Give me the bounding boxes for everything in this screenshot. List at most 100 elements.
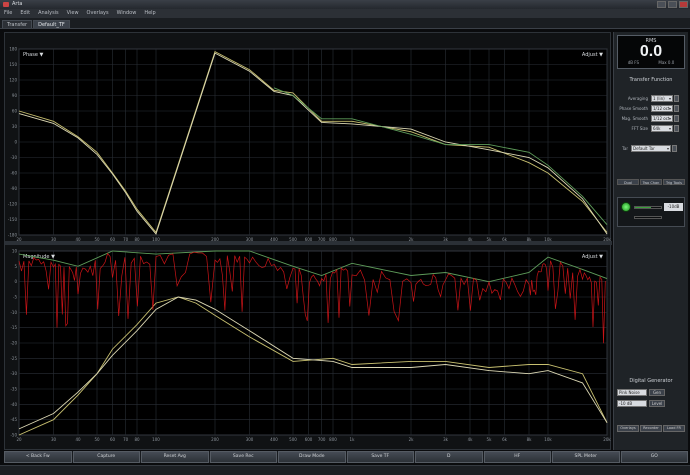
magnitude-x-tick: 20k bbox=[603, 437, 611, 442]
mode-tab-two-chan[interactable]: Two Chan bbox=[640, 179, 662, 185]
averaging-select[interactable]: 1 (lin) bbox=[651, 94, 673, 102]
generate-button[interactable]: Gen bbox=[649, 389, 665, 396]
magnitude-y-tick: 5 bbox=[14, 264, 17, 269]
close-button[interactable] bbox=[679, 1, 688, 8]
magnitude-label: Magnitude ▼ bbox=[23, 254, 55, 260]
magnitude-x-tick: 60 bbox=[110, 437, 116, 442]
meter-value: 0.0 bbox=[639, 43, 663, 60]
phase-smooth-spinner[interactable] bbox=[674, 104, 679, 112]
magnitude-x-tick: 30 bbox=[51, 437, 57, 442]
delay-select[interactable]: Default Tar bbox=[631, 144, 671, 152]
window-controls bbox=[657, 1, 688, 8]
overlays-button[interactable]: Overlays bbox=[617, 425, 639, 432]
window-title-bar: Arta bbox=[0, 0, 690, 9]
draw-mode-button[interactable]: Draw Mode bbox=[278, 451, 346, 463]
sidebar-bottom-buttons: Overlays Recorder Load FR bbox=[617, 425, 685, 432]
magnitude-x-tick: 800 bbox=[329, 437, 337, 442]
digital-row-signal: Pink Noise Gen bbox=[617, 389, 685, 396]
spl-meter-button[interactable]: SPL Meter bbox=[552, 451, 620, 463]
magnitude-x-tick: 40 bbox=[75, 437, 81, 442]
menu-overlays[interactable]: Overlays bbox=[87, 9, 109, 18]
reset-avg-button[interactable]: Reset Avg bbox=[141, 451, 209, 463]
magnitude-x-tick: 200 bbox=[211, 437, 219, 442]
menu-help[interactable]: Help bbox=[144, 9, 155, 18]
phase-label: Phase ▼ bbox=[23, 52, 44, 58]
tab-transfer[interactable]: Transfer bbox=[2, 20, 33, 28]
menu-view[interactable]: View bbox=[67, 9, 79, 18]
phase-y-tick: 150 bbox=[9, 62, 17, 67]
magnitude-y-tick: -5 bbox=[13, 295, 17, 300]
magnitude-x-tick: 4k bbox=[468, 437, 474, 442]
meter-unit: dB FS bbox=[627, 60, 640, 65]
phase-smooth-row: Phase Smooth 1/12 oct bbox=[617, 104, 685, 112]
phase-smooth-select[interactable]: 1/12 oct bbox=[651, 104, 673, 112]
digital-row-level: -10 dB Level bbox=[617, 400, 685, 407]
panel-splitter bbox=[5, 241, 612, 245]
hf-button[interactable]: HF bbox=[483, 451, 551, 463]
averaging-spinner[interactable] bbox=[674, 94, 679, 102]
go-button[interactable]: GO bbox=[620, 451, 688, 463]
menu-edit[interactable]: Edit bbox=[20, 9, 30, 18]
menu-analysis[interactable]: Analysis bbox=[38, 9, 59, 18]
magnitude-x-tick: 10k bbox=[544, 437, 552, 442]
generator-box: -10dB bbox=[617, 197, 685, 227]
level-button[interactable]: Level bbox=[649, 400, 665, 407]
signal-level-select[interactable]: -10 dB bbox=[617, 400, 647, 407]
meter-max: Max 0.0 bbox=[658, 60, 675, 65]
menu-file[interactable]: File bbox=[4, 9, 12, 18]
magnitude-x-tick: 2k bbox=[409, 437, 415, 442]
magnitude-y-tick: -45 bbox=[10, 417, 17, 422]
capture-button[interactable]: Capture bbox=[72, 451, 140, 463]
fft-size-select[interactable]: 64k bbox=[651, 124, 673, 132]
magnitude-y-tick: -20 bbox=[10, 341, 17, 346]
magnitude-y-tick: -30 bbox=[10, 371, 17, 376]
magnitude-x-tick: 20 bbox=[16, 437, 22, 442]
phase-y-tick: 0 bbox=[14, 140, 17, 145]
maximize-button[interactable] bbox=[668, 1, 677, 8]
magnitude-y-tick: -25 bbox=[10, 356, 17, 361]
generator-secondary-slider[interactable] bbox=[634, 216, 662, 219]
phase-smooth-label: Phase Smooth bbox=[619, 105, 648, 111]
magnitude-y-tick: 0 bbox=[14, 279, 17, 284]
tab-default-tf[interactable]: Default_TF bbox=[33, 20, 70, 28]
d-button[interactable]: D bbox=[415, 451, 483, 463]
load-fr-button[interactable]: Load FR bbox=[663, 425, 685, 432]
averaging-label: Averaging bbox=[627, 95, 648, 101]
magnitude-x-tick: 300 bbox=[246, 437, 254, 442]
magnitude-y-tick: -40 bbox=[10, 402, 17, 407]
menu-window[interactable]: Window bbox=[117, 9, 137, 18]
mode-tab-strip: Dual Two Chan Trig Tools bbox=[617, 179, 685, 185]
mag-smooth-select[interactable]: 1/12 oct bbox=[651, 114, 673, 122]
plots-area: 180 150 120 90 60 30 0 -30 -60 -90 -120 -150 -180 20 3… bbox=[4, 32, 612, 451]
delay-spinner[interactable] bbox=[672, 144, 677, 152]
mode-tab-trig-tools[interactable]: Trig Tools bbox=[663, 179, 685, 185]
signal-type-select[interactable]: Pink Noise bbox=[617, 389, 647, 396]
generator-level-value[interactable]: -10dB bbox=[664, 203, 683, 211]
magnitude-range-label: Adjust ▼ bbox=[582, 254, 603, 260]
magnitude-x-tick: 6k bbox=[502, 437, 508, 442]
minimize-button[interactable] bbox=[657, 1, 666, 8]
digital-generator-title: Digital Generator bbox=[629, 378, 673, 384]
generator-level-slider[interactable] bbox=[634, 206, 662, 209]
save-tf-button[interactable]: Save TF bbox=[346, 451, 414, 463]
back-forward-button[interactable]: < Back Fw bbox=[4, 451, 72, 463]
sidebar: RMS 0.0 dB FS Max 0.0 Transfer Function … bbox=[613, 32, 688, 450]
phase-y-tick: 180 bbox=[9, 47, 17, 52]
recorder-button[interactable]: Recorder bbox=[640, 425, 662, 432]
mag-smooth-spinner[interactable] bbox=[674, 114, 679, 122]
menu-bar: File Edit Analysis View Overlays Window … bbox=[0, 9, 690, 18]
phase-y-tick: -60 bbox=[10, 171, 17, 176]
power-icon[interactable] bbox=[621, 202, 631, 212]
magnitude-x-tick: 50 bbox=[94, 437, 100, 442]
magnitude-y-tick: 10 bbox=[12, 249, 18, 254]
rms-meter: RMS 0.0 dB FS Max 0.0 bbox=[617, 35, 685, 69]
averaging-row: Averaging 1 (lin) bbox=[617, 94, 685, 102]
magnitude-x-tick: 8k bbox=[527, 437, 533, 442]
window-title: Arta bbox=[12, 1, 23, 7]
magnitude-x-tick: 600 bbox=[305, 437, 313, 442]
fft-size-spinner[interactable] bbox=[674, 124, 679, 132]
phase-y-tick: -120 bbox=[8, 202, 18, 207]
save-rec-button[interactable]: Save Rec bbox=[209, 451, 277, 463]
plots-svg[interactable]: 1801501209060300-30-60-90-120-150-18020 3… bbox=[5, 33, 612, 451]
mode-tab-dual[interactable]: Dual bbox=[617, 179, 639, 185]
